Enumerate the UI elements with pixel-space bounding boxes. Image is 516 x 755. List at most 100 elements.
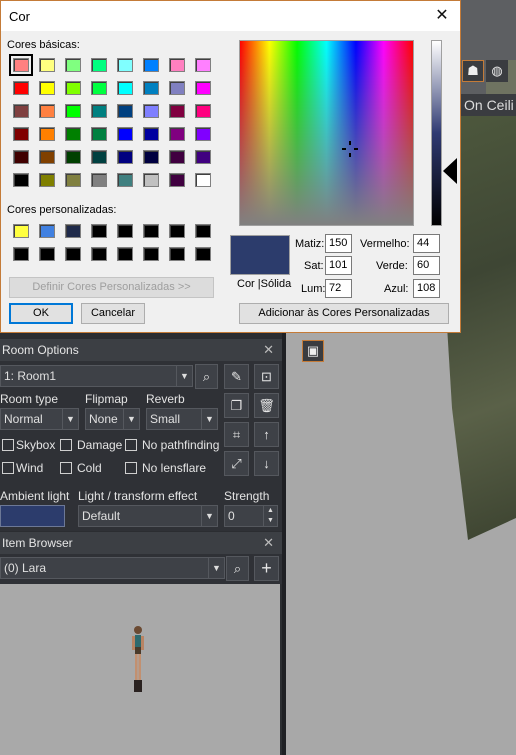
- damage-checkbox[interactable]: [60, 439, 72, 451]
- basic-color-swatch[interactable]: [9, 54, 33, 76]
- flipmap-select[interactable]: None ▼: [85, 408, 140, 430]
- red-input[interactable]: 44: [413, 234, 440, 253]
- basic-color-swatch[interactable]: [65, 104, 81, 118]
- basic-color-swatch[interactable]: [117, 173, 133, 187]
- item-select[interactable]: (0) Lara ▼: [0, 557, 225, 579]
- cancel-button[interactable]: Cancelar: [81, 303, 145, 324]
- custom-color-swatch[interactable]: [117, 224, 133, 238]
- define-custom-colors-button[interactable]: Definir Cores Personalizadas >>: [9, 277, 214, 298]
- basic-color-swatch[interactable]: [65, 81, 81, 95]
- custom-color-swatch[interactable]: [143, 224, 159, 238]
- spinner-arrows[interactable]: ▲ ▼: [263, 506, 277, 526]
- reverb-select[interactable]: Small ▼: [146, 408, 218, 430]
- basic-color-swatch[interactable]: [65, 58, 81, 72]
- basic-color-swatch[interactable]: [91, 150, 107, 164]
- basic-color-swatch[interactable]: [195, 81, 211, 95]
- basic-color-swatch[interactable]: [65, 150, 81, 164]
- basic-color-swatch[interactable]: [143, 127, 159, 141]
- close-icon[interactable]: ✕: [263, 532, 274, 554]
- sat-input[interactable]: 101: [325, 256, 352, 275]
- basic-color-swatch[interactable]: [195, 150, 211, 164]
- close-icon[interactable]: ✕: [430, 5, 454, 27]
- basic-color-swatch[interactable]: [143, 150, 159, 164]
- basic-color-swatch[interactable]: [91, 127, 107, 141]
- basic-color-swatch[interactable]: [65, 127, 81, 141]
- add-to-custom-colors-button[interactable]: Adicionar às Cores Personalizadas: [239, 303, 449, 324]
- basic-color-swatch[interactable]: [39, 127, 55, 141]
- no-pathfinding-checkbox[interactable]: [125, 439, 137, 451]
- basic-color-swatch[interactable]: [195, 58, 211, 72]
- basic-color-swatch[interactable]: [65, 173, 81, 187]
- search-icon[interactable]: ⌕: [195, 364, 218, 389]
- crop-icon[interactable]: ⌗: [224, 422, 249, 447]
- basic-color-swatch[interactable]: [39, 58, 55, 72]
- basic-color-swatch[interactable]: [13, 127, 29, 141]
- basic-color-swatch[interactable]: [117, 81, 133, 95]
- basic-color-swatch[interactable]: [91, 104, 107, 118]
- room-select[interactable]: 1: Room1 ▼: [0, 365, 193, 387]
- basic-color-swatch[interactable]: [169, 173, 185, 187]
- cold-checkbox[interactable]: [60, 462, 72, 474]
- basic-color-swatch[interactable]: [195, 127, 211, 141]
- basic-color-swatch[interactable]: [195, 173, 211, 187]
- basic-color-swatch[interactable]: [91, 58, 107, 72]
- edit-pencil-icon[interactable]: ✎: [224, 364, 249, 389]
- basic-color-swatch[interactable]: [13, 150, 29, 164]
- basic-color-swatch[interactable]: [117, 58, 133, 72]
- luminance-bar[interactable]: [431, 40, 442, 226]
- panel-divider[interactable]: [282, 330, 286, 755]
- basic-color-swatch[interactable]: [143, 173, 159, 187]
- custom-color-swatch[interactable]: [13, 247, 29, 261]
- copy-icon[interactable]: ❐: [224, 393, 249, 418]
- ambient-light-swatch[interactable]: [0, 505, 65, 527]
- basic-color-swatch[interactable]: [91, 173, 107, 187]
- resize-icon[interactable]: ⤢: [224, 451, 249, 476]
- image-icon[interactable]: ▣: [302, 340, 324, 362]
- close-icon[interactable]: ✕: [263, 339, 274, 361]
- basic-color-swatch[interactable]: [169, 58, 185, 72]
- custom-color-swatch[interactable]: [39, 247, 55, 261]
- custom-color-swatch[interactable]: [195, 224, 211, 238]
- basic-color-swatch[interactable]: [91, 81, 107, 95]
- skybox-checkbox[interactable]: [2, 439, 14, 451]
- add-icon[interactable]: +: [254, 556, 279, 581]
- color-spectrum[interactable]: [239, 40, 414, 226]
- search-icon[interactable]: ⌕: [226, 556, 249, 581]
- custom-color-swatch[interactable]: [65, 247, 81, 261]
- basic-color-swatch[interactable]: [169, 127, 185, 141]
- basic-color-swatch[interactable]: [117, 127, 133, 141]
- basic-color-swatch[interactable]: [39, 150, 55, 164]
- basic-color-swatch[interactable]: [13, 173, 29, 187]
- basic-color-swatch[interactable]: [117, 104, 133, 118]
- custom-color-swatch[interactable]: [39, 224, 55, 238]
- custom-color-swatch[interactable]: [91, 247, 107, 261]
- luminance-arrow-icon[interactable]: [443, 158, 457, 184]
- lara-statue-icon[interactable]: ☗: [462, 60, 484, 82]
- custom-color-swatch[interactable]: [169, 247, 185, 261]
- wind-checkbox[interactable]: [2, 462, 14, 474]
- basic-color-swatch[interactable]: [39, 104, 55, 118]
- basic-color-swatch[interactable]: [13, 81, 29, 95]
- basic-color-swatch[interactable]: [13, 104, 29, 118]
- custom-color-swatch[interactable]: [169, 224, 185, 238]
- basic-color-swatch[interactable]: [169, 104, 185, 118]
- basic-color-swatch[interactable]: [117, 150, 133, 164]
- lock-icon[interactable]: ⊡: [254, 364, 279, 389]
- basic-color-swatch[interactable]: [195, 104, 211, 118]
- room-type-select[interactable]: Normal ▼: [0, 408, 79, 430]
- light-effect-select[interactable]: Default ▼: [78, 505, 218, 527]
- basic-color-swatch[interactable]: [143, 104, 159, 118]
- arrow-down-icon[interactable]: ↓: [254, 451, 279, 476]
- basic-color-swatch[interactable]: [143, 58, 159, 72]
- custom-color-swatch[interactable]: [13, 224, 29, 238]
- basic-color-swatch[interactable]: [169, 150, 185, 164]
- basic-color-swatch[interactable]: [39, 81, 55, 95]
- basic-color-swatch[interactable]: [143, 81, 159, 95]
- strength-spinner[interactable]: 0 ▲ ▼: [224, 505, 278, 527]
- trash-icon[interactable]: 🗑: [254, 393, 279, 418]
- ok-button[interactable]: OK: [9, 303, 73, 324]
- green-input[interactable]: 60: [413, 256, 440, 275]
- custom-color-swatch[interactable]: [117, 247, 133, 261]
- hue-input[interactable]: 150: [325, 234, 352, 253]
- custom-color-swatch[interactable]: [195, 247, 211, 261]
